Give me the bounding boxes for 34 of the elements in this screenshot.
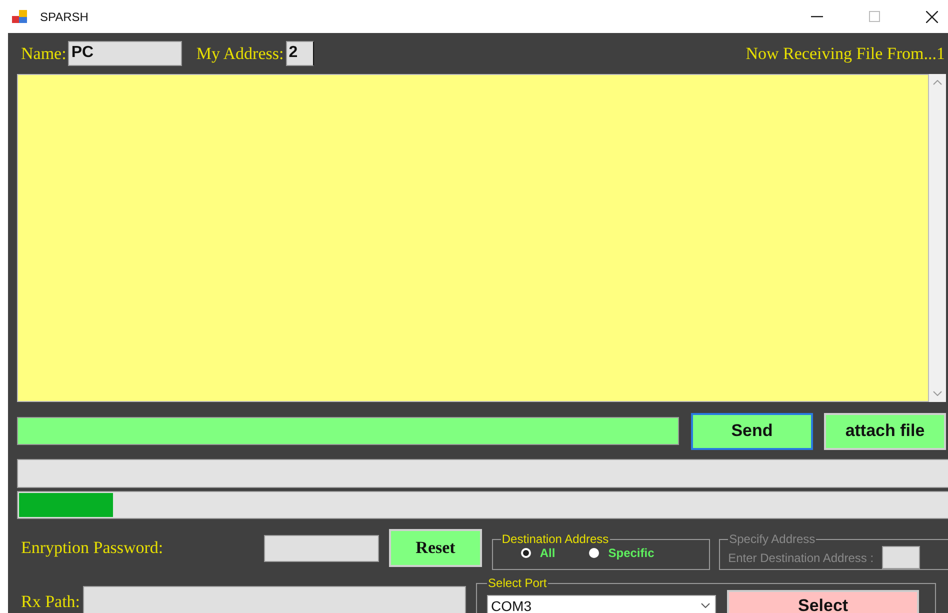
send-button[interactable]: Send: [691, 412, 813, 450]
group-title: Specify Address: [728, 532, 816, 546]
scroll-up-icon[interactable]: [933, 80, 942, 85]
encryption-password-label: Enryption Password:: [21, 538, 164, 558]
password-field[interactable]: [264, 534, 380, 562]
message-field[interactable]: [17, 417, 679, 445]
attach-file-button[interactable]: attach file: [824, 412, 946, 450]
address-label: My Address:: [196, 44, 284, 64]
radio-circle[interactable]: [589, 548, 600, 558]
minimize-icon[interactable]: [811, 16, 823, 18]
scroll-down-icon[interactable]: [933, 391, 942, 396]
app-icon: [12, 10, 28, 24]
name-field[interactable]: PC: [68, 41, 182, 66]
chevron-down-icon: [701, 603, 710, 608]
close-icon[interactable]: [926, 10, 938, 22]
radio-label: All: [540, 546, 556, 560]
select-button[interactable]: Select: [727, 590, 920, 613]
reset-button[interactable]: Reset: [389, 529, 482, 567]
rx-path-label: Rx Path:: [21, 592, 80, 612]
name-label: Name:: [21, 44, 66, 64]
radio-label: Specific: [608, 546, 654, 560]
group-title: Select Port: [487, 576, 548, 590]
radio-option[interactable]: Specific: [589, 546, 654, 560]
address-field[interactable]: 2: [286, 41, 314, 66]
scrollbar[interactable]: [929, 74, 946, 402]
window-title: SPARSH: [40, 10, 88, 24]
maximize-icon[interactable]: [869, 11, 880, 22]
destination-address-label: Enter Destination Address :: [728, 550, 874, 564]
radio-circle[interactable]: [520, 548, 531, 558]
rx-path-field[interactable]: [83, 586, 466, 613]
radio-option[interactable]: All: [520, 546, 556, 560]
port-dropdown[interactable]: COM3: [487, 594, 716, 613]
status-text: Now Receiving File From...1: [746, 44, 945, 64]
group-title: Destination Address: [500, 532, 610, 546]
